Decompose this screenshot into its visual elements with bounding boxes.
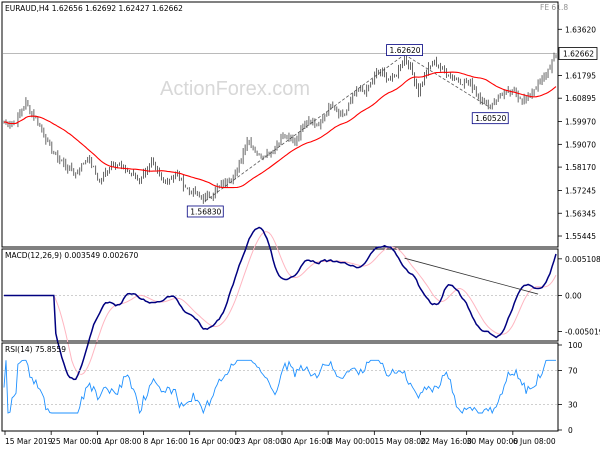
time-tick-label: 25 Mar 00:00	[51, 437, 101, 446]
time-tick-label: 15 Mar 2019	[5, 437, 53, 446]
rsi-tick-label: 70	[568, 367, 578, 376]
rsi-title: RSI(14) 75.8559	[5, 345, 66, 354]
annotation-label: 1.56830	[190, 207, 221, 216]
price-tick-label: 1.63620	[565, 25, 596, 34]
time-tick-label: 22 May 16:00	[421, 437, 473, 446]
rsi-tick-label: 30	[568, 401, 578, 410]
macd-tick-label: 0.00	[565, 292, 582, 301]
macd-tick-label: -0.005019	[565, 328, 600, 337]
time-tick-label: 8 Apr 16:00	[144, 437, 188, 446]
watermark: ActionForex.com	[160, 78, 310, 100]
chart-svg: ActionForex.com 1.63620 1.61795 1.60895 1.5…	[0, 0, 600, 450]
annotation-label: 1.60520	[475, 114, 506, 123]
price-tick-label: 1.61795	[565, 71, 596, 80]
last-price-label: 1.62662	[563, 50, 594, 59]
annotation-label: 1.62620	[390, 46, 421, 55]
price-tick-label: 1.58170	[565, 163, 596, 172]
time-tick-label: 23 Apr 08:00	[236, 437, 285, 446]
price-tick-label: 1.56345	[565, 209, 596, 218]
time-tick-label: 1 Apr 08:00	[97, 437, 141, 446]
time-tick-label: 30 May 00:00	[467, 437, 519, 446]
time-tick-label: 6 Jun 08:00	[513, 437, 556, 446]
rsi-tick-label: 100	[568, 341, 583, 350]
fib-corner-label: FE 61.8	[540, 3, 568, 12]
price-tick-label: 1.55445	[565, 232, 596, 241]
price-tick-label: 1.57245	[565, 186, 596, 195]
time-tick-label: 30 Apr 16:00	[282, 437, 331, 446]
macd-tick-label: 0.005108	[565, 255, 600, 264]
time-tick-label: 15 May 08:00	[374, 437, 426, 446]
chart-window: ActionForex.com 1.63620 1.61795 1.60895 1.5…	[0, 0, 600, 450]
price-tick-label: 1.59070	[565, 140, 596, 149]
price-title: EURAUD,H4 1.62656 1.62692 1.62427 1.6266…	[5, 4, 183, 13]
time-tick-label: 16 Apr 00:00	[190, 437, 239, 446]
time-tick-label: 8 May 00:00	[328, 437, 375, 446]
macd-title: MACD(12,26,9) 0.003549 0.002670	[5, 251, 139, 260]
price-tick-label: 1.59970	[565, 118, 596, 127]
price-tick-label: 1.60895	[565, 94, 596, 103]
rsi-tick-label: 0	[568, 426, 573, 435]
